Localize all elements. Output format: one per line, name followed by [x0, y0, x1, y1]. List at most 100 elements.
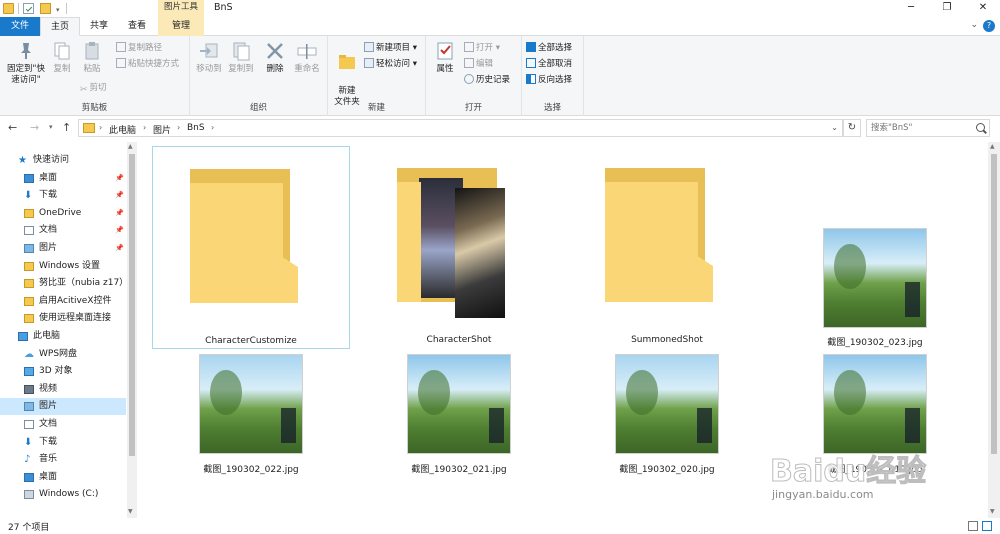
delete-button[interactable]: 删除 [262, 40, 288, 75]
scroll-down-arrow[interactable]: ▼ [990, 508, 995, 515]
image-file-item[interactable]: 截图_190302_021.jpg [360, 348, 558, 516]
copy-to-button[interactable]: 复制到 [226, 40, 256, 75]
nav-item[interactable]: ⬇ 下载 [0, 434, 126, 451]
details-view-icon[interactable] [968, 521, 978, 531]
scroll-down-arrow[interactable]: ▼ [128, 508, 133, 515]
scroll-up-arrow[interactable]: ▲ [128, 143, 133, 150]
paste-shortcut-icon [116, 58, 126, 68]
paste-button[interactable]: 粘贴 [78, 40, 106, 75]
tab-home[interactable]: 主页 [40, 17, 80, 36]
address-bar[interactable]: › 此电脑 › 图片 › BnS › ⌄ [78, 119, 843, 137]
nav-item[interactable]: 图片 📌 [0, 240, 126, 257]
chevron-right-icon[interactable]: › [177, 123, 180, 132]
nav-item[interactable]: 视频 [0, 381, 126, 398]
breadcrumb-pictures[interactable]: 图片 [153, 123, 171, 136]
chevron-down-icon[interactable]: ⌄ [970, 20, 978, 30]
image-file-item[interactable]: 截图_190302_023.jpg [776, 146, 974, 349]
nav-item[interactable]: 使用远程桌面连接 [0, 310, 126, 327]
delete-icon [267, 43, 283, 59]
minimize-button[interactable]: ─ [894, 0, 928, 17]
nav-item[interactable]: 文档 📌 [0, 222, 126, 239]
copy-path-label: 复制路径 [128, 43, 163, 53]
nav-scrollbar[interactable]: ▲ ▼ [127, 142, 137, 518]
tab-file[interactable]: 文件 [0, 17, 40, 36]
nav-item[interactable]: OneDrive 📌 [0, 205, 126, 222]
scroll-up-arrow[interactable]: ▲ [990, 143, 995, 150]
cut-button[interactable]: ✂ 剪切 [80, 82, 107, 95]
refresh-button[interactable]: ↻ [843, 119, 861, 137]
large-icons-view-icon[interactable] [982, 521, 992, 531]
edit-button[interactable]: 编辑 [464, 58, 493, 70]
paste-icon [85, 42, 99, 60]
up-button[interactable]: ↑ [62, 121, 71, 134]
folder-icon [24, 261, 34, 271]
chevron-right-icon[interactable]: › [211, 123, 214, 132]
pin-icon: 📌 [115, 244, 124, 252]
copy-path-button[interactable]: 复制路径 [116, 42, 162, 54]
nav-item[interactable]: 桌面 [0, 469, 126, 486]
paste-shortcut-button[interactable]: 粘贴快捷方式 [116, 58, 179, 70]
open-button[interactable]: 打开 ▾ [464, 42, 500, 54]
tab-manage[interactable]: 管理 [158, 17, 204, 36]
forward-button[interactable]: → [30, 121, 39, 134]
select-all-button[interactable]: 全部选择 [526, 42, 572, 54]
nav-item-label: 快速访问 [33, 155, 70, 165]
nav-item-label: 图片 [39, 243, 58, 253]
nav-item[interactable]: Windows (C:) [0, 486, 126, 503]
nav-item[interactable]: 桌面 📌 [0, 170, 126, 187]
image-file-item[interactable]: 截图_190302_020.jpg [568, 348, 766, 516]
tab-share[interactable]: 共享 [82, 17, 116, 36]
folder-item[interactable]: CharacterCustomize [152, 146, 350, 349]
folder-icon [24, 314, 34, 324]
chevron-down-icon[interactable]: ▾ [56, 6, 60, 14]
maximize-button[interactable]: ❐ [930, 0, 964, 17]
chevron-right-icon[interactable]: › [99, 123, 102, 132]
nav-scrollbar-thumb[interactable] [129, 154, 135, 456]
back-button[interactable]: ← [8, 121, 17, 134]
folder-item[interactable]: CharacterShot [360, 146, 558, 349]
copy-button[interactable]: 复制 [48, 40, 76, 75]
close-button[interactable]: ✕ [966, 0, 1000, 17]
character-preview-image [455, 188, 505, 318]
new-folder-button[interactable]: 新建 文件夹 [332, 40, 362, 108]
folder-item[interactable]: SummonedShot [568, 146, 766, 349]
search-input[interactable] [871, 122, 971, 134]
tab-view[interactable]: 查看 [120, 17, 154, 36]
nav-item[interactable]: ☁ WPS网盘 [0, 346, 126, 363]
properties-quick-icon[interactable] [23, 3, 34, 14]
pin-icon: 📌 [115, 191, 124, 200]
history-button[interactable]: 历史记录 [464, 74, 510, 86]
image-file-item[interactable]: 截图_190302_022.jpg [152, 348, 350, 516]
copy-to-icon [233, 42, 250, 61]
move-to-button[interactable]: 移动到 [194, 40, 224, 75]
invert-selection-button[interactable]: 反向选择 [526, 74, 572, 86]
nav-item-label: 桌面 [39, 471, 58, 482]
nav-item[interactable]: 此电脑 [0, 328, 126, 345]
rename-button[interactable]: 重命名 [290, 40, 324, 75]
properties-button[interactable]: 属性 [432, 40, 458, 75]
breadcrumb-bns[interactable]: BnS [187, 123, 205, 133]
nav-item[interactable]: 文档 [0, 416, 126, 433]
chevron-right-icon[interactable]: › [143, 123, 146, 132]
easy-access-button[interactable]: 轻松访问 ▾ [364, 58, 417, 70]
chevron-down-icon[interactable]: ⌄ [831, 123, 838, 132]
content-scrollbar-thumb[interactable] [991, 154, 997, 454]
nav-item[interactable]: Windows 设置 [0, 258, 126, 275]
pin-icon [21, 43, 31, 59]
help-icon[interactable]: ? [983, 20, 995, 32]
nav-item[interactable]: ⬇ 下载 📌 [0, 187, 126, 204]
nav-item[interactable]: 努比亚（nubia z17） [0, 275, 128, 292]
new-folder-quick-icon[interactable] [40, 3, 51, 14]
nav-item[interactable]: 图片 [0, 398, 126, 416]
pin-quick-access-button[interactable]: 固定到"快速访问" [4, 40, 48, 86]
content-scrollbar[interactable]: ▲ ▼ [988, 142, 1000, 518]
select-none-button[interactable]: 全部取消 [526, 58, 572, 70]
nav-item[interactable]: ★ 快速访问 [0, 152, 126, 169]
recent-locations-button[interactable]: ▾ [49, 123, 53, 131]
nav-item[interactable]: ♪ 音乐 [0, 451, 126, 468]
breadcrumb-this-pc[interactable]: 此电脑 [109, 123, 136, 136]
new-item-button[interactable]: 新建项目 ▾ [364, 42, 417, 54]
new-group: 新建 文件夹 新建项目 ▾ 轻松访问 ▾ 新建 [328, 36, 426, 116]
nav-item[interactable]: 启用AcitiveX控件 [0, 293, 126, 310]
nav-item[interactable]: 3D 对象 [0, 363, 126, 380]
